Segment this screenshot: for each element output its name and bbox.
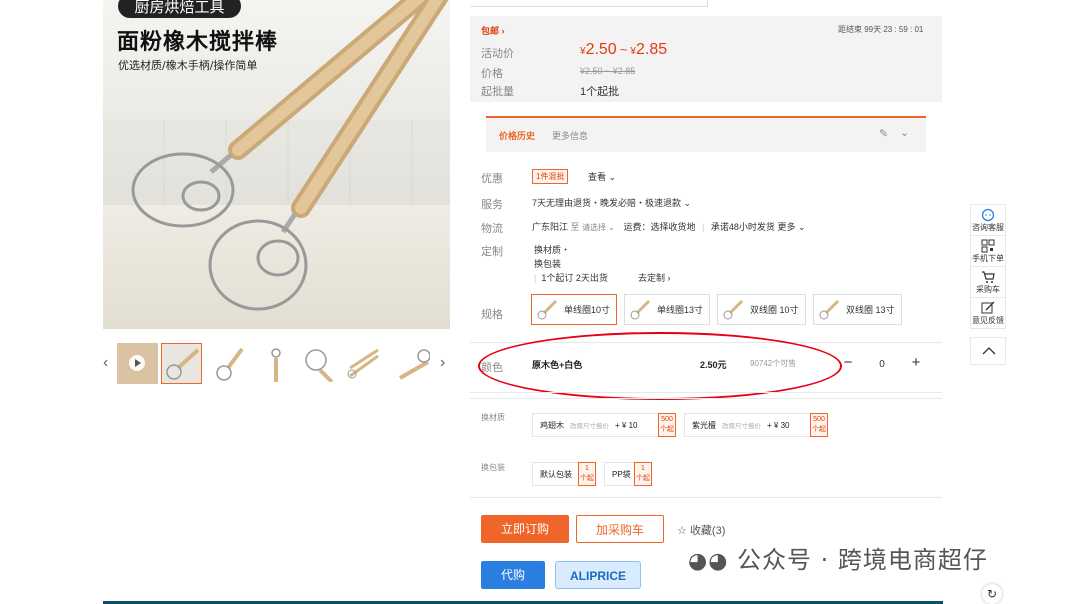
spec-option-1[interactable]: 单线圈10寸: [531, 294, 618, 325]
play-icon: [129, 355, 145, 371]
product-image-subtitle: 优选材质/橡木手柄/操作简单: [118, 59, 258, 72]
add-to-cart-button[interactable]: 加采购车: [576, 515, 664, 543]
promo-tag: 1件混批: [532, 169, 569, 184]
divider: [470, 392, 942, 393]
activity-price: ¥2.50 ~ ¥2.85: [580, 41, 668, 58]
product-image-title: 面粉橡木搅拌棒: [117, 30, 279, 55]
chevron-up-icon: [982, 347, 996, 355]
whisk-thumb-icon: [819, 299, 840, 319]
ship-to-select[interactable]: 请选择 ⌄: [582, 223, 615, 232]
highlight-oval: [478, 332, 842, 400]
material-option-1[interactable]: 鸡翅木 改原尺寸报价 + ¥ 10 500 个起: [532, 413, 676, 437]
category-badge: 厨房烘焙工具: [118, 0, 241, 18]
divider: [470, 398, 942, 399]
divider: [470, 497, 942, 498]
thumbnail-strip: ‹ ›: [103, 340, 450, 386]
thumb-next-icon[interactable]: ›: [440, 354, 445, 372]
proxy-buy-button[interactable]: 代购: [481, 561, 545, 589]
activity-price-label: 活动价: [481, 48, 514, 60]
spec-option-3[interactable]: 双线圈 10寸: [717, 294, 806, 325]
consult-service-button[interactable]: 咨询客服: [970, 204, 1006, 235]
logistics-row: 广东阳江 至 请选择 ⌄ 运费：选择收货地 | 承诺48小时发货 更多 ⌄: [532, 222, 806, 232]
custom-line-1: 换材质・: [534, 245, 571, 255]
whisk-thumb-icon: [537, 299, 558, 319]
side-toolbar: 咨询客服 手机下单 采购车 意见反馈: [970, 204, 1006, 365]
thumb-video[interactable]: [117, 343, 158, 384]
back-to-top-button[interactable]: [970, 337, 1006, 365]
wechat-icon: ◕◕: [688, 549, 729, 574]
material-label: 换材质: [481, 413, 505, 422]
edit-note-icon: [981, 301, 995, 314]
freight-info[interactable]: 运费：选择收货地: [624, 222, 696, 232]
chevron-down-icon[interactable]: ⌄: [900, 126, 909, 139]
favorite-button[interactable]: ☆ 收藏(3): [677, 522, 725, 538]
tab-more-info[interactable]: 更多信息: [552, 129, 588, 142]
quantity-input[interactable]: 0: [860, 359, 904, 370]
promo-label: 优惠: [481, 173, 503, 185]
material-option-2[interactable]: 紫光檀 改原尺寸报价 + ¥ 30 500 个起: [684, 413, 828, 437]
buy-now-button[interactable]: 立即订购: [481, 515, 569, 543]
thumb-4[interactable]: [297, 343, 338, 384]
custom-line-3: | 1个起订 2天出货: [534, 273, 608, 283]
chat-icon: [981, 208, 995, 222]
quantity-plus-button[interactable]: +: [904, 352, 928, 376]
thumb-5[interactable]: [343, 343, 384, 384]
cart-icon: [982, 271, 995, 283]
whisk-thumb-icon: [723, 299, 744, 319]
thumb-prev-icon[interactable]: ‹: [103, 354, 108, 372]
watermark: ◕◕ 公众号 · 跨境电商超仔: [688, 546, 988, 574]
edit-icon[interactable]: ✎: [879, 127, 888, 140]
refresh-icon[interactable]: ↻: [982, 584, 1002, 604]
packaging-option-1[interactable]: 默认包装 1 个起: [532, 462, 596, 486]
thumb-6[interactable]: [391, 343, 432, 384]
star-icon: ☆: [677, 525, 687, 537]
original-price-label: 价格: [481, 68, 503, 80]
thumb-1[interactable]: [161, 343, 202, 384]
moq-value: 1个起批: [580, 86, 620, 98]
purchase-cart-button[interactable]: 采购车: [970, 266, 1006, 297]
tab-price-history[interactable]: 价格历史: [499, 129, 535, 142]
packaging-option-2[interactable]: PP袋 1 个起: [604, 462, 652, 486]
logistics-label: 物流: [481, 223, 503, 235]
ship-promise: 承诺48小时发货: [710, 222, 775, 232]
spec-option-2[interactable]: 单线圈13寸: [624, 294, 711, 325]
spec-label: 规格: [481, 309, 503, 321]
thumb-2[interactable]: [209, 343, 250, 384]
go-custom-link[interactable]: 去定制 ›: [638, 271, 671, 284]
logistics-more[interactable]: 更多 ⌄: [777, 222, 805, 232]
thumb-3[interactable]: [253, 343, 294, 384]
mobile-order-button[interactable]: 手机下单: [970, 235, 1006, 266]
free-shipping-link[interactable]: 包邮 ›: [481, 24, 505, 37]
feedback-button[interactable]: 意见反馈: [970, 297, 1006, 329]
original-price: ¥2.50 ~ ¥2.85: [580, 66, 636, 76]
qrcode-icon: [981, 239, 995, 253]
quantity-stepper: − 0 +: [836, 352, 928, 376]
custom-line-2: 换包装: [534, 259, 562, 269]
service-guarantees[interactable]: 7天无理由退货・晚发必赔・极速退款 ⌄: [532, 196, 691, 209]
promo-view-link[interactable]: 查看 ⌄: [588, 170, 616, 183]
countdown-timer: 距结束 99天 23 : 59 : 01: [838, 25, 924, 34]
whisk-thumb-icon: [630, 299, 651, 319]
product-main-image[interactable]: 厨房烘焙工具 面粉橡木搅拌棒 优选材质/橡木手柄/操作简单: [103, 0, 450, 329]
price-history-bar: 价格历史 更多信息 ✎ ⌄: [486, 116, 926, 152]
top-divider: [470, 0, 708, 7]
service-label: 服务: [481, 199, 503, 211]
ship-from: 广东阳江: [532, 222, 569, 232]
aliprice-button[interactable]: ALIPRICE: [555, 561, 641, 589]
spec-option-4[interactable]: 双线圈 13寸: [813, 294, 902, 325]
moq-label: 起批量: [481, 86, 514, 98]
packaging-label: 换包装: [481, 463, 505, 472]
custom-label: 定制: [481, 246, 503, 258]
